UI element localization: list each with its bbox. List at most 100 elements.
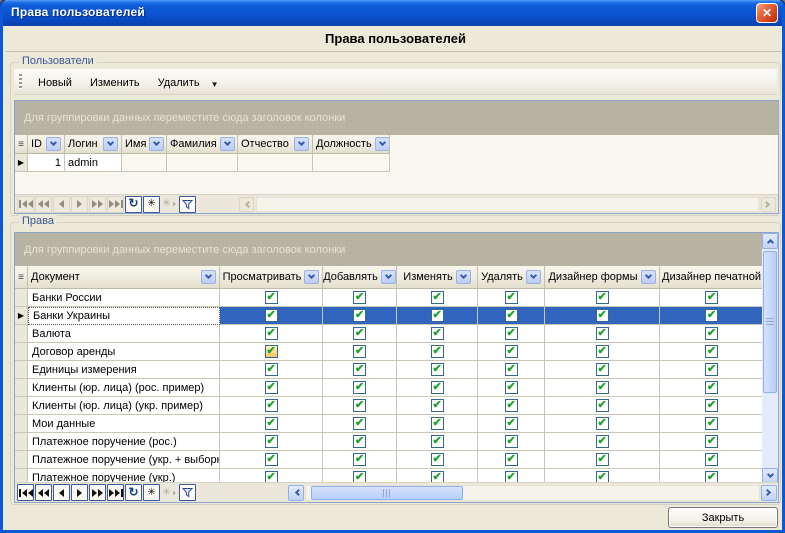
permission-checkbox[interactable] [353,417,366,430]
permission-cell[interactable] [323,325,397,343]
permission-checkbox[interactable] [596,363,609,376]
grid-properties-icon[interactable]: ≡ [15,266,28,289]
filter-dropdown-icon[interactable] [375,137,390,151]
permission-checkbox[interactable] [705,417,718,430]
grid-properties-icon[interactable]: ≡ [15,135,28,154]
scroll-up-icon[interactable] [762,233,778,249]
filter-dropdown-icon[interactable] [220,137,235,151]
table-row[interactable]: Платежное поручение (рос.) [15,433,764,451]
vertical-scroll-thumb[interactable] [763,251,777,393]
rights-hscrollbar[interactable] [305,485,760,501]
users-cell-Отчество[interactable] [238,154,313,172]
users-cell-Фамилия[interactable] [167,154,238,172]
permission-checkbox[interactable] [596,327,609,340]
nav-refresh-button[interactable]: ↻ [125,196,142,213]
permission-cell[interactable] [545,451,660,469]
permission-checkbox[interactable] [265,399,278,412]
permission-checkbox[interactable] [705,363,718,376]
permission-checkbox[interactable] [431,291,444,304]
nav-append-button[interactable]: ✳ [143,196,160,213]
nav-append-button[interactable]: ✳ [143,484,160,501]
permission-cell[interactable] [660,325,764,343]
permission-cell[interactable] [220,289,323,307]
scroll-left-icon[interactable] [239,197,254,212]
permission-cell[interactable] [660,379,764,397]
title-bar[interactable]: Права пользователей ✕ [3,0,782,26]
permission-checkbox[interactable] [505,363,518,376]
table-row[interactable]: Банки России [15,289,764,307]
permission-cell[interactable] [323,415,397,433]
users-col-Фамилия[interactable]: Фамилия [167,135,238,154]
permission-checkbox[interactable] [431,417,444,430]
permission-cell[interactable] [220,361,323,379]
table-row[interactable]: Мои данные [15,415,764,433]
permission-cell[interactable] [397,451,478,469]
document-cell[interactable]: Клиенты (юр. лица) (рос. пример) [28,379,220,397]
users-cell-Логин[interactable]: admin [65,154,122,172]
permission-checkbox[interactable] [596,381,609,394]
filter-dropdown-icon[interactable] [149,137,164,151]
table-row[interactable]: Единицы измерения [15,361,764,379]
nav-next-button[interactable] [71,484,88,501]
permission-checkbox[interactable] [705,381,718,394]
permission-checkbox[interactable] [431,309,444,322]
permission-checkbox[interactable] [265,345,278,358]
permission-checkbox[interactable] [596,417,609,430]
nav-prior-page-button[interactable] [35,484,52,501]
toolbar-grip-icon[interactable] [19,74,22,90]
permission-cell[interactable] [220,343,323,361]
permission-cell[interactable] [220,307,323,325]
permission-cell[interactable] [220,325,323,343]
permission-cell[interactable] [660,361,764,379]
permission-checkbox[interactable] [705,327,718,340]
rights-col-perm-2[interactable]: Добавлять [323,266,397,289]
permission-cell[interactable] [478,289,545,307]
scroll-left-icon[interactable] [288,485,304,501]
permission-cell[interactable] [397,397,478,415]
permission-checkbox[interactable] [431,345,444,358]
permission-checkbox[interactable] [353,309,366,322]
permission-checkbox[interactable] [705,435,718,448]
nav-refresh-button[interactable]: ↻ [125,484,142,501]
permission-checkbox[interactable] [505,309,518,322]
document-cell[interactable]: Клиенты (юр. лица) (укр. пример) [28,397,220,415]
permission-cell[interactable] [545,379,660,397]
permission-checkbox[interactable] [505,345,518,358]
users-col-Должность[interactable]: Должность [313,135,390,154]
table-row[interactable]: Клиенты (юр. лица) (укр. пример) [15,397,764,415]
permission-cell[interactable] [397,433,478,451]
filter-dropdown-icon[interactable] [526,270,541,284]
permission-cell[interactable] [660,451,764,469]
nav-next-page-button[interactable] [89,484,106,501]
permission-checkbox[interactable] [353,399,366,412]
permission-checkbox[interactable] [353,381,366,394]
users-cell-ID[interactable]: 1 [28,154,65,172]
permission-cell[interactable] [397,289,478,307]
permission-cell[interactable] [478,415,545,433]
permission-checkbox[interactable] [431,327,444,340]
users-col-ID[interactable]: ID [28,135,65,154]
permission-cell[interactable] [323,451,397,469]
permission-cell[interactable] [397,325,478,343]
permission-checkbox[interactable] [431,381,444,394]
table-row[interactable]: ▶Банки Украины [15,307,764,325]
filter-dropdown-icon[interactable] [294,137,309,151]
permission-cell[interactable] [323,343,397,361]
permission-checkbox[interactable] [705,399,718,412]
permission-checkbox[interactable] [353,345,366,358]
users-cell-Имя[interactable] [122,154,167,172]
permission-checkbox[interactable] [265,309,278,322]
rights-col-perm-3[interactable]: Изменять [397,266,478,289]
permission-cell[interactable] [323,289,397,307]
scroll-right-icon[interactable] [761,197,776,212]
filter-dropdown-icon[interactable] [201,270,216,284]
document-cell[interactable]: Платежное поручение (укр. + выборка) [28,451,220,469]
nav-last-button[interactable] [107,484,124,501]
permission-checkbox[interactable] [431,453,444,466]
permission-cell[interactable] [397,361,478,379]
permission-checkbox[interactable] [596,435,609,448]
permission-cell[interactable] [545,361,660,379]
document-cell[interactable]: Платежное поручение (рос.) [28,433,220,451]
permission-checkbox[interactable] [505,381,518,394]
vertical-scrollbar[interactable] [762,233,778,484]
